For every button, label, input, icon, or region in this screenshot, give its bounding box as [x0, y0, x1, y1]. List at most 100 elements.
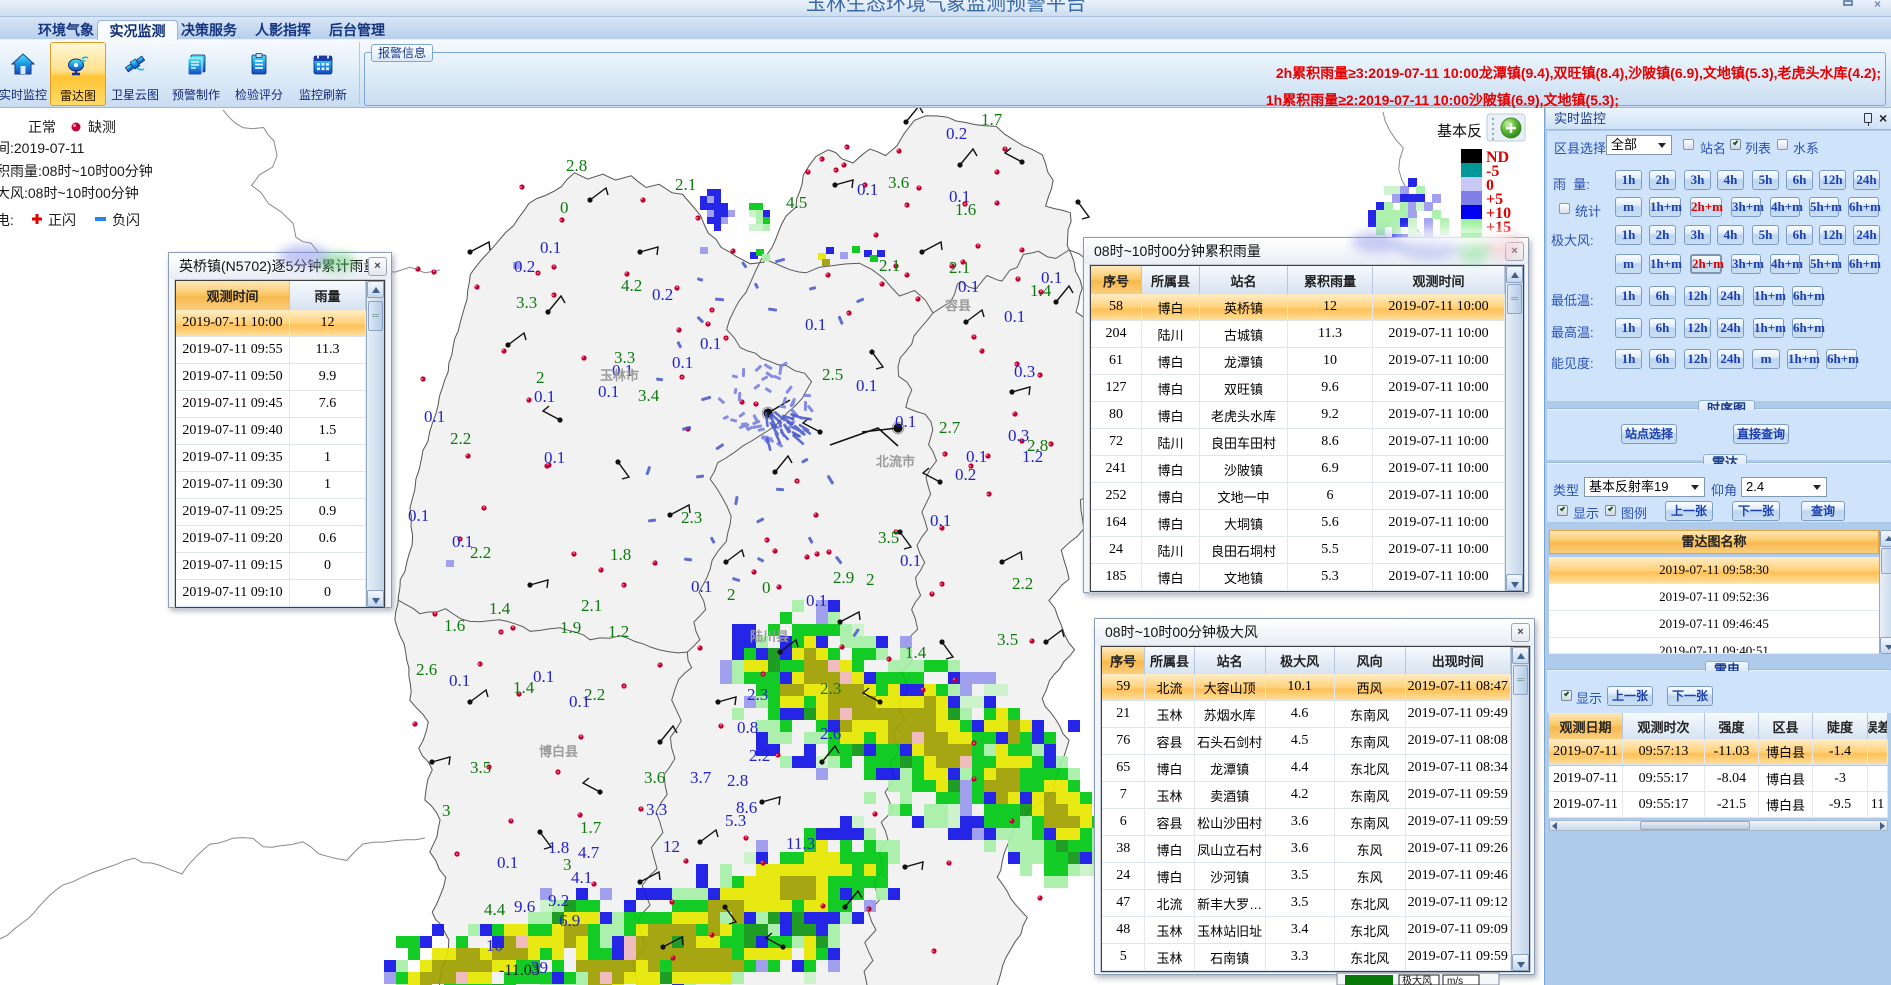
svg-text:0.1: 0.1: [806, 591, 827, 610]
svg-text:3.5: 3.5: [997, 630, 1018, 649]
svg-text:0.3: 0.3: [1014, 362, 1035, 381]
svg-text:0.2: 0.2: [514, 257, 535, 276]
svg-text:3: 3: [442, 801, 451, 820]
svg-text:2.2: 2.2: [1012, 574, 1033, 593]
svg-text:3.6: 3.6: [644, 768, 665, 787]
svg-text:0.1: 0.1: [949, 187, 970, 206]
svg-text:4.7: 4.7: [578, 843, 600, 862]
svg-text:电:: 电:: [0, 212, 14, 228]
svg-text:1.6: 1.6: [444, 616, 465, 635]
svg-text:正常: 正常: [28, 119, 56, 135]
svg-text:4.4: 4.4: [484, 900, 506, 919]
svg-text:0.1: 0.1: [408, 506, 429, 525]
svg-text:3.5: 3.5: [470, 758, 491, 777]
svg-text:0.1: 0.1: [544, 448, 565, 467]
svg-text:0.1: 0.1: [805, 315, 826, 334]
svg-text:0.1: 0.1: [700, 334, 721, 353]
svg-text:1.2: 1.2: [1022, 447, 1043, 466]
svg-text:0.1: 0.1: [1041, 268, 1062, 287]
svg-text:2.1: 2.1: [879, 256, 900, 275]
svg-text:2.8: 2.8: [566, 156, 587, 175]
svg-text:0.1: 0.1: [691, 577, 712, 596]
svg-text:0.1: 0.1: [598, 382, 619, 401]
svg-text:1.7: 1.7: [580, 818, 602, 837]
svg-text:0.2: 0.2: [946, 124, 967, 143]
svg-text:正闪: 正闪: [48, 212, 76, 228]
svg-text:4.2: 4.2: [621, 276, 642, 295]
svg-text:0.1: 0.1: [569, 692, 590, 711]
svg-text:2.5: 2.5: [822, 365, 843, 384]
svg-text:0.1: 0.1: [900, 551, 921, 570]
svg-text:4.1: 4.1: [571, 868, 592, 887]
svg-text:2.9: 2.9: [833, 568, 854, 587]
svg-text:0.1: 0.1: [895, 412, 916, 431]
svg-text:0.1: 0.1: [958, 277, 979, 296]
svg-text:2.1: 2.1: [949, 258, 970, 277]
svg-text:3.3: 3.3: [516, 293, 537, 312]
svg-text:2.1: 2.1: [581, 596, 602, 615]
svg-text:3.5: 3.5: [878, 528, 899, 547]
svg-text:0.1: 0.1: [966, 447, 987, 466]
svg-text:0.1: 0.1: [856, 376, 877, 395]
svg-text:0.2: 0.2: [652, 285, 673, 304]
svg-text:11.3: 11.3: [786, 834, 815, 853]
svg-text:3.4: 3.4: [638, 386, 660, 405]
svg-text:2: 2: [536, 368, 545, 387]
svg-text:2: 2: [727, 585, 736, 604]
svg-text:大风:08时~10时00分钟: 大风:08时~10时00分钟: [0, 185, 139, 201]
svg-text:0.8: 0.8: [737, 718, 758, 737]
svg-text:0: 0: [762, 578, 771, 597]
svg-text:2.8: 2.8: [727, 771, 748, 790]
svg-text:容县: 容县: [944, 298, 971, 313]
svg-text:2.2: 2.2: [450, 429, 471, 448]
svg-text:2.2: 2.2: [749, 746, 770, 765]
svg-text:0.3: 0.3: [1008, 426, 1029, 445]
svg-text:1.9: 1.9: [560, 618, 581, 637]
svg-text:0.1: 0.1: [533, 667, 554, 686]
svg-text:2.3: 2.3: [681, 508, 702, 527]
svg-text:0.1: 0.1: [449, 671, 470, 690]
svg-text:2: 2: [866, 570, 875, 589]
svg-text:0.1: 0.1: [534, 387, 555, 406]
svg-text:北流市: 北流市: [876, 454, 915, 469]
svg-text:1.4: 1.4: [905, 643, 927, 662]
svg-text:缺测: 缺测: [88, 119, 116, 135]
svg-text:1.8: 1.8: [548, 838, 569, 857]
svg-text:负闪: 负闪: [112, 212, 140, 228]
svg-text:9.2: 9.2: [548, 891, 569, 910]
svg-text:2.6: 2.6: [416, 660, 437, 679]
svg-text:0.1: 0.1: [672, 353, 693, 372]
svg-text:0.1: 0.1: [540, 238, 561, 257]
svg-text:2.3: 2.3: [820, 679, 841, 698]
svg-text:3.6: 3.6: [888, 173, 909, 192]
svg-text:5.3: 5.3: [725, 811, 746, 830]
svg-text:0: 0: [560, 198, 569, 217]
svg-text:基本反: 基本反: [1437, 123, 1482, 140]
svg-text:1.8: 1.8: [610, 545, 631, 564]
svg-text:9.6: 9.6: [514, 897, 535, 916]
svg-text:4.5: 4.5: [786, 193, 807, 212]
svg-text:1.7: 1.7: [981, 110, 1003, 129]
svg-text:0.1: 0.1: [930, 511, 951, 530]
svg-text:2.6: 2.6: [820, 724, 841, 743]
svg-text:12: 12: [663, 837, 680, 856]
svg-text:玉林市: 玉林市: [600, 368, 639, 383]
svg-text:3.3: 3.3: [646, 800, 667, 819]
svg-text:0.2: 0.2: [955, 465, 976, 484]
svg-text:间:2019-07-11: 间:2019-07-11: [0, 140, 85, 156]
svg-text:0.1: 0.1: [424, 407, 445, 426]
svg-text:0.1: 0.1: [857, 180, 878, 199]
svg-text:1.4: 1.4: [513, 678, 535, 697]
svg-text:0.1: 0.1: [497, 853, 518, 872]
svg-text:0.1: 0.1: [1004, 307, 1025, 326]
svg-text:0.1: 0.1: [452, 532, 473, 551]
svg-text:2.1: 2.1: [675, 175, 696, 194]
svg-text:2.3: 2.3: [747, 685, 768, 704]
svg-text:1.2: 1.2: [608, 622, 629, 641]
svg-text:3.7: 3.7: [690, 768, 712, 787]
svg-text:-11.03: -11.03: [499, 962, 540, 979]
svg-text:2.7: 2.7: [939, 418, 961, 437]
svg-text:积雨量:08时~10时00分钟: 积雨量:08时~10时00分钟: [0, 163, 153, 179]
svg-text:6.9: 6.9: [559, 911, 580, 930]
svg-text:+15: +15: [1486, 219, 1511, 236]
